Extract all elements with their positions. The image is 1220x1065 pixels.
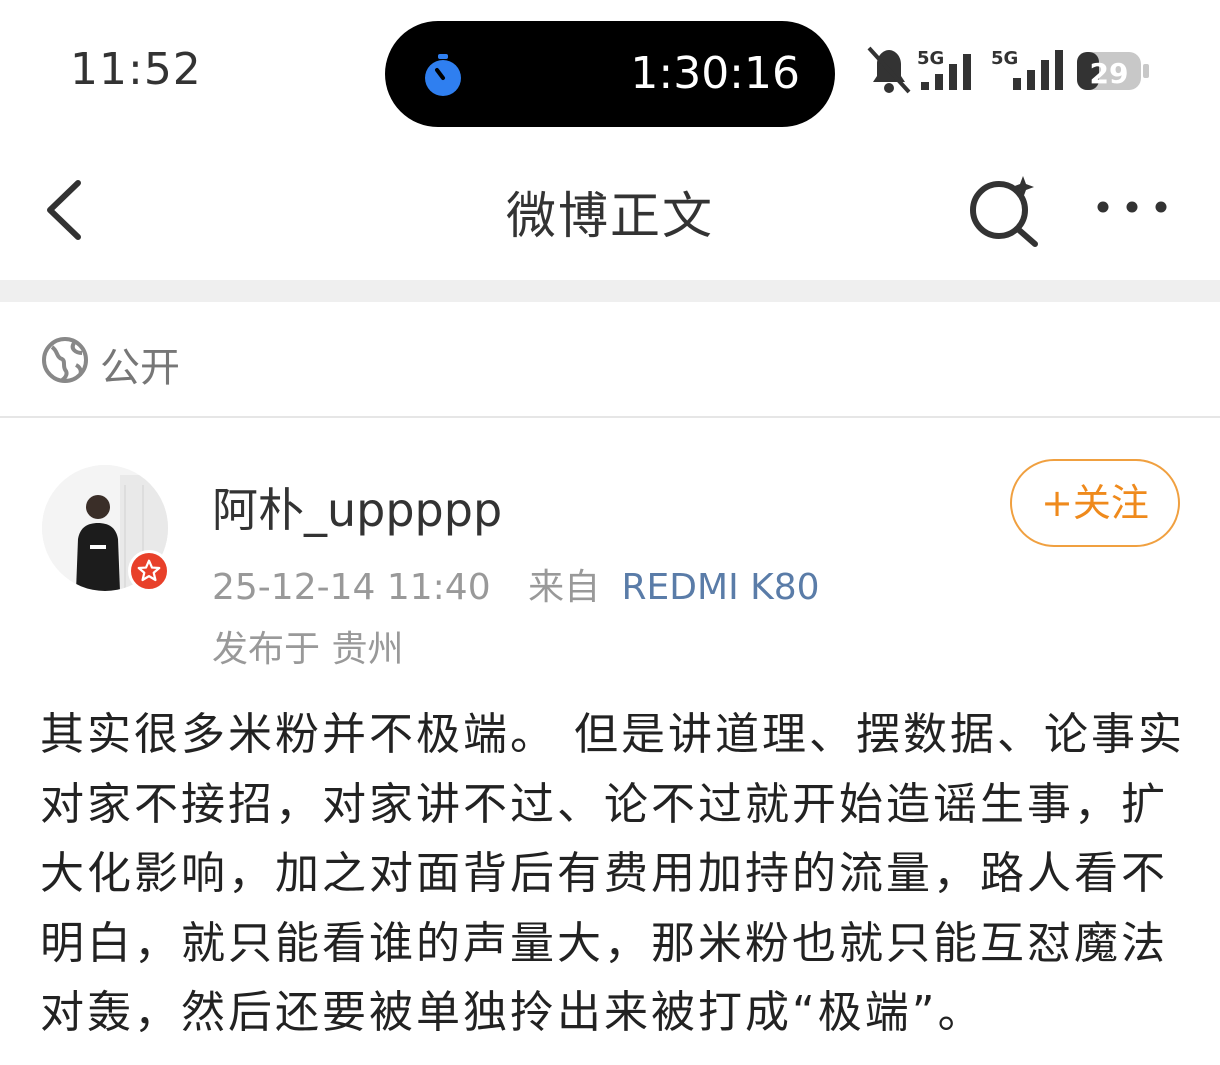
globe-icon xyxy=(42,337,88,383)
verified-badge-icon xyxy=(128,550,170,592)
post-date: 25-12-14 11:40 xyxy=(212,567,491,608)
search-icon[interactable] xyxy=(965,172,1045,247)
visibility-label: 公开 xyxy=(100,345,180,391)
svg-text:5G: 5G xyxy=(917,48,944,69)
divider-line xyxy=(0,416,1220,418)
follow-button[interactable]: +关注 xyxy=(1010,459,1180,547)
source-prefix: 来自 xyxy=(528,567,601,608)
svg-text:29: 29 xyxy=(1090,57,1129,90)
post-meta: 25-12-14 11:40 来自 REDMI K80 xyxy=(212,558,820,610)
status-time: 11:52 xyxy=(70,44,202,95)
battery-icon: 29 xyxy=(1077,52,1149,90)
signal-icon-2 xyxy=(1013,50,1063,90)
device-link[interactable]: REDMI K80 xyxy=(622,567,820,608)
author-name[interactable]: 阿朴_uppppp xyxy=(212,474,502,540)
more-options-icon[interactable] xyxy=(1095,195,1170,220)
timer-readout: 1:30:16 xyxy=(630,48,800,99)
svg-text:5G: 5G xyxy=(991,48,1018,69)
post-content: 其实很多米粉并不极端。 但是讲道理、摆数据、论事实对家不接招，对家讲不过、论不过… xyxy=(40,709,1185,1038)
stopwatch-icon xyxy=(425,54,461,96)
status-icons: 5G 5G 29 xyxy=(867,46,1149,94)
mute-bell-icon xyxy=(867,46,911,94)
post-location: 发布于 贵州 xyxy=(212,629,404,670)
section-divider xyxy=(0,280,1220,302)
